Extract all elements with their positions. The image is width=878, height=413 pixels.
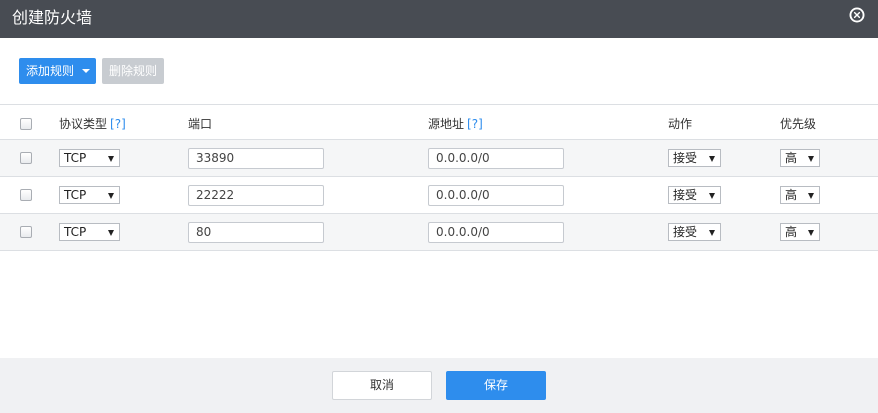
protocol-help-link[interactable]: [?] [110,117,126,131]
action-select[interactable]: 接受 [668,223,721,241]
protocol-value: TCP [64,188,87,202]
triangle-down-icon [108,230,114,236]
header-port: 端口 [188,117,213,131]
priority-value: 高 [785,188,798,202]
priority-select[interactable]: 高 [780,149,820,167]
header-priority: 优先级 [780,117,817,131]
priority-value: 高 [785,225,798,239]
source-input[interactable]: 0.0.0.0/0 [428,222,564,243]
port-input[interactable]: 80 [188,222,324,243]
table-row: TCP 22222 0.0.0.0/0 接受 高 [0,177,878,213]
dialog-title: 创建防火墙 [12,8,93,27]
caret-down-icon[interactable] [82,69,90,73]
triangle-down-icon [808,156,814,162]
source-help-link[interactable]: [?] [467,117,483,131]
dialog-footer: 取消 保存 [0,358,878,413]
triangle-down-icon [709,156,715,162]
protocol-select[interactable]: TCP [59,186,120,204]
cancel-button[interactable]: 取消 [332,371,432,400]
table-row: TCP 80 0.0.0.0/0 接受 高 [0,214,878,250]
priority-select[interactable]: 高 [780,223,820,241]
triangle-down-icon [108,156,114,162]
source-input[interactable]: 0.0.0.0/0 [428,148,564,169]
table-row: TCP 33890 0.0.0.0/0 接受 高 [0,140,878,176]
action-select[interactable]: 接受 [668,186,721,204]
row-divider [0,250,878,251]
delete-rule-button: 删除规则 [102,58,164,84]
action-value: 接受 [673,225,698,239]
action-value: 接受 [673,151,698,165]
select-all-checkbox[interactable] [20,118,32,130]
add-rule-button[interactable]: 添加规则 [19,58,96,84]
row-checkbox[interactable] [20,152,32,164]
save-button[interactable]: 保存 [446,371,546,400]
priority-select[interactable]: 高 [780,186,820,204]
add-rule-label: 添加规则 [26,64,75,78]
port-input[interactable]: 22222 [188,185,324,206]
protocol-value: TCP [64,225,87,239]
close-icon[interactable] [849,7,865,23]
triangle-down-icon [709,193,715,199]
triangle-down-icon [108,193,114,199]
action-select[interactable]: 接受 [668,149,721,167]
action-value: 接受 [673,188,698,202]
port-input[interactable]: 33890 [188,148,324,169]
header-protocol: 协议类型 [?] [59,116,126,132]
protocol-select[interactable]: TCP [59,149,120,167]
dialog-titlebar: 创建防火墙 [0,0,878,38]
protocol-value: TCP [64,151,87,165]
triangle-down-icon [808,193,814,199]
protocol-select[interactable]: TCP [59,223,120,241]
header-source: 源地址 [?] [428,116,483,132]
triangle-down-icon [709,230,715,236]
header-protocol-label: 协议类型 [59,117,108,131]
row-checkbox[interactable] [20,226,32,238]
triangle-down-icon [808,230,814,236]
table-header-row: 协议类型 [?] 端口 源地址 [?] 动作 优先级 [0,105,878,140]
header-action: 动作 [668,117,693,131]
header-source-label: 源地址 [428,117,465,131]
priority-value: 高 [785,151,798,165]
row-checkbox[interactable] [20,189,32,201]
source-input[interactable]: 0.0.0.0/0 [428,185,564,206]
